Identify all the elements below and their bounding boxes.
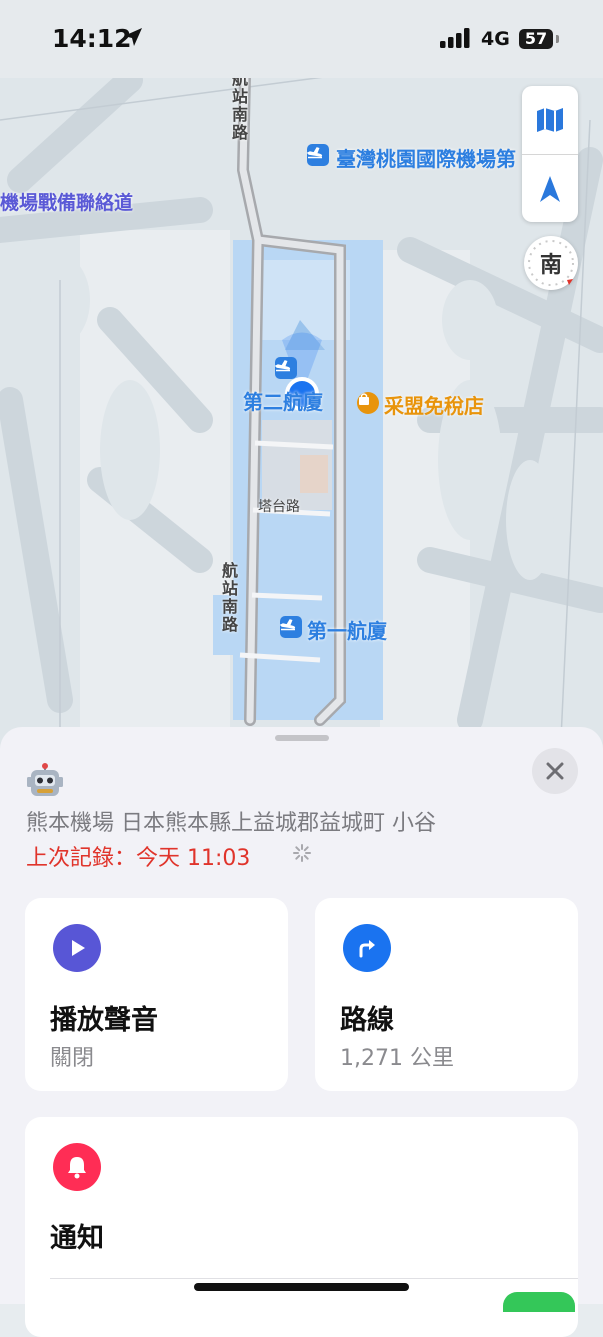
play-sound-card[interactable]: 播放聲音 關閉 (25, 898, 288, 1091)
directions-distance: 1,271 公里 (340, 1046, 454, 1071)
play-sound-title: 播放聲音 (50, 1005, 158, 1036)
status-time: 14:12 (52, 24, 132, 53)
poi-label-duty-free[interactable]: 采盟免稅店 (384, 390, 484, 419)
airport-icon-terminal-2[interactable] (275, 357, 297, 379)
battery-cap (556, 35, 559, 43)
map-background (0, 0, 603, 760)
notifications-card: 通知 (25, 1117, 578, 1337)
compass-button[interactable]: 南 (524, 236, 578, 290)
poi-label-terminal-2[interactable]: 第二航廈 (243, 386, 323, 415)
status-bar: 14:12 4G 57 (0, 0, 603, 78)
road-label-tower-road: 塔台路 (258, 499, 300, 515)
compass-heading: 南 (539, 253, 562, 278)
location-arrow-icon (124, 28, 142, 46)
notifications-icon-circle (53, 1143, 101, 1191)
poi-label-taoyuan-airport[interactable]: 臺灣桃園國際機場第 (336, 143, 516, 172)
close-button[interactable] (532, 748, 578, 794)
directions-icon (359, 940, 375, 958)
road-label-hangzhan-south-top: 航站南路 (232, 69, 249, 142)
play-icon (72, 940, 85, 956)
item-address: 熊本機場 日本熊本縣上益城郡益城町 小谷 (26, 811, 436, 836)
battery-level: 57 (519, 29, 553, 49)
sheet-grabber[interactable] (275, 735, 329, 741)
cellular-signal-icon (440, 28, 470, 48)
close-icon (546, 762, 564, 780)
item-detail-sheet[interactable]: 熊本機場 日本熊本縣上益城郡益城町 小谷 上次記錄：今天 11:03 播放聲音 … (0, 727, 603, 1337)
map-icon (537, 108, 563, 132)
directions-icon-circle (343, 924, 391, 972)
bell-icon (68, 1157, 86, 1179)
tracking-arrow-icon (540, 176, 560, 202)
shopping-bag-icon[interactable] (357, 392, 379, 414)
road-label-hangzhan-south-bottom: 航站南路 (222, 561, 239, 634)
last-seen-time: 上次記錄：今天 11:03 (26, 846, 251, 871)
directions-title: 路線 (340, 1005, 394, 1036)
home-indicator[interactable] (194, 1283, 409, 1291)
robot-icon (27, 763, 63, 796)
play-sound-icon-circle (53, 924, 101, 972)
network-type: 4G (481, 28, 510, 50)
directions-card[interactable]: 路線 1,271 公里 (315, 898, 578, 1091)
airport-icon[interactable] (307, 144, 329, 166)
poi-label-terminal-1[interactable]: 第一航廈 (307, 615, 387, 644)
airport-icon-terminal-1[interactable] (280, 616, 302, 638)
map-mode-button[interactable] (522, 86, 578, 154)
notifications-divider (50, 1278, 578, 1279)
map-view[interactable]: 航站南路 航站南路 塔台路 機場戰備聯絡道 臺灣桃園國際機場第 第二航廈 第一航… (0, 0, 603, 760)
loading-spinner-icon (293, 844, 311, 862)
notify-when-found-toggle[interactable] (503, 1292, 575, 1312)
notifications-title: 通知 (50, 1223, 104, 1254)
play-sound-status: 關閉 (50, 1046, 95, 1071)
road-label-liaison-road: 機場戰備聯絡道 (0, 192, 134, 214)
map-controls (522, 86, 578, 222)
tracking-button[interactable] (522, 155, 578, 223)
